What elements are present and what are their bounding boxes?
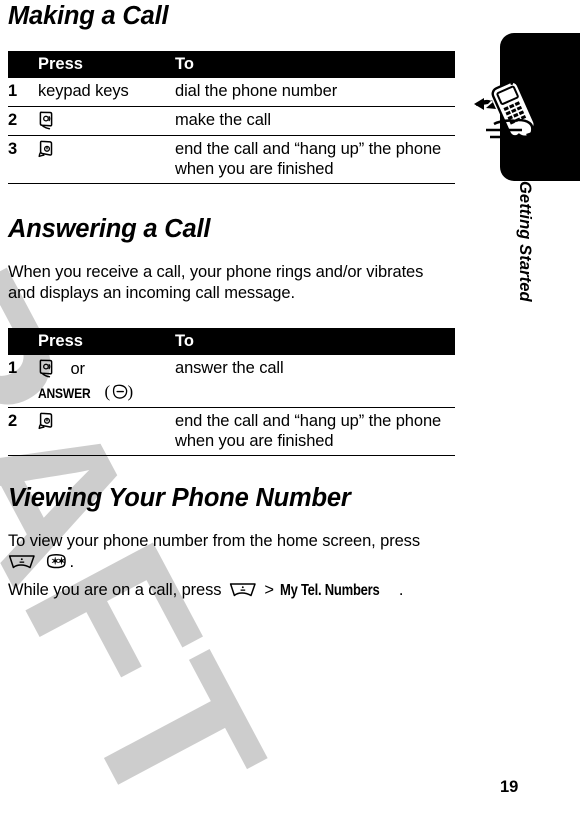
svg-text:✶: ✶ bbox=[58, 557, 66, 568]
table-header-row: Press To bbox=[8, 51, 455, 79]
table-header-row: Press To bbox=[8, 328, 455, 356]
step-number: 2 bbox=[8, 407, 38, 456]
svg-text:): ) bbox=[127, 383, 133, 401]
step-action-cell: end the call and “hang up” the phone whe… bbox=[175, 407, 455, 456]
press-or-text: or bbox=[70, 360, 85, 379]
step-number: 3 bbox=[8, 135, 38, 184]
table-row: 2 end the call and “hang up” the phone w… bbox=[8, 407, 455, 456]
page-title-viewing-your-phone-number: Viewing Your Phone Number bbox=[8, 484, 351, 512]
running-phone-icon bbox=[474, 69, 550, 150]
paragraph-1-text-a: To view your phone number from the home … bbox=[8, 532, 420, 550]
step-press-cell bbox=[38, 407, 175, 456]
press-text: keypad keys bbox=[38, 82, 129, 101]
page-content: Making a Call Press To 1 keypad keys dia… bbox=[0, 0, 580, 818]
left-softkey-icon: ( ) bbox=[104, 383, 134, 401]
end-key-icon bbox=[38, 411, 61, 431]
paragraph-1-text-b: . bbox=[69, 553, 74, 572]
step-press-cell: keypad keys bbox=[38, 78, 175, 107]
star-key-icon: ✶ ✶ bbox=[45, 552, 69, 572]
column-header-press: Press bbox=[38, 328, 175, 356]
softkey-label-answer: ANSWER bbox=[38, 384, 91, 401]
page-number: 19 bbox=[500, 778, 519, 796]
end-key-icon bbox=[38, 139, 61, 159]
answering-a-call-intro: When you receive a call, your phone ring… bbox=[8, 263, 424, 303]
page-title-making-a-call: Making a Call bbox=[8, 2, 169, 30]
section-tab-label: Getting Started bbox=[516, 181, 534, 302]
step-action-cell: end the call and “hang up” the phone whe… bbox=[175, 135, 455, 184]
table-row: 1 keypad keys dial the phone number bbox=[8, 78, 455, 107]
making-a-call-table: Press To 1 keypad keys dial the phone nu… bbox=[8, 51, 455, 184]
column-header-number bbox=[8, 328, 38, 356]
paragraph-2-text-a: While you are on a call, press bbox=[8, 581, 222, 599]
step-action-cell: answer the call bbox=[175, 355, 455, 408]
viewing-phone-number-paragraph-2: While you are on a call, press > My Tel.… bbox=[8, 580, 458, 601]
step-press-cell bbox=[38, 106, 175, 136]
step-press-cell: or ANSWER ( ) bbox=[38, 355, 175, 408]
step-number: 1 bbox=[8, 355, 38, 408]
menu-path-separator: > bbox=[264, 581, 274, 599]
send-key-icon bbox=[38, 358, 61, 378]
column-header-number bbox=[8, 51, 38, 79]
step-press-cell bbox=[38, 135, 175, 184]
column-header-press: Press bbox=[38, 51, 175, 79]
column-header-to: To bbox=[175, 328, 455, 356]
step-number: 2 bbox=[8, 106, 38, 136]
step-action-cell: make the call bbox=[175, 106, 455, 136]
answering-a-call-table: Press To 1 or ANSWER () answer the call… bbox=[8, 328, 455, 456]
svg-text:(: ( bbox=[104, 383, 110, 401]
step-number: 1 bbox=[8, 78, 38, 107]
step-action-cell: dial the phone number bbox=[175, 78, 455, 107]
column-header-to: To bbox=[175, 51, 455, 79]
paragraph-2-text-b: . bbox=[398, 581, 404, 599]
table-row: 3 end the call and “hang up” the phone w… bbox=[8, 135, 455, 184]
menu-key-icon bbox=[8, 552, 37, 572]
menu-key-icon bbox=[229, 580, 258, 600]
send-key-icon bbox=[38, 110, 61, 130]
table-row: 2 make the call bbox=[8, 106, 455, 136]
page-title-answering-a-call: Answering a Call bbox=[8, 215, 211, 243]
viewing-phone-number-paragraph-1: To view your phone number from the home … bbox=[8, 531, 458, 574]
menu-item-my-tel-numbers: My Tel. Numbers bbox=[280, 582, 380, 599]
table-row: 1 or ANSWER () answer the call bbox=[8, 355, 455, 408]
